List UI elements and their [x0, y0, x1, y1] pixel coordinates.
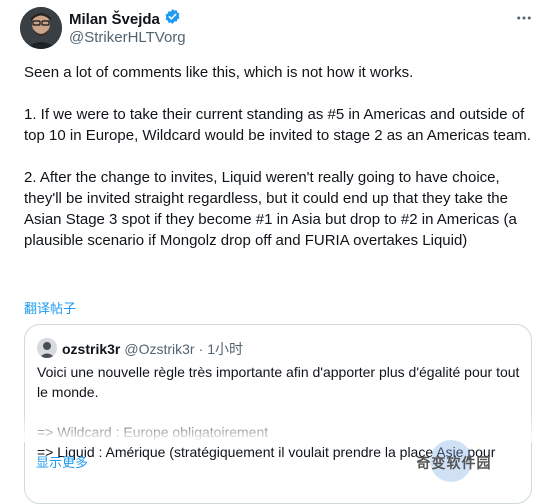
- quote-author-avatar[interactable]: [37, 338, 57, 358]
- quote-separator: ·: [198, 341, 204, 357]
- quote-timestamp[interactable]: 1小时: [207, 339, 243, 359]
- author-handle[interactable]: @StrikerHLTVorg: [69, 29, 186, 46]
- show-more-link[interactable]: 显示更多: [36, 452, 88, 471]
- more-options-icon[interactable]: [514, 8, 534, 28]
- quote-author-handle[interactable]: @Ozstrik3r: [124, 341, 194, 357]
- tweet-text: Seen a lot of comments like this, which …: [24, 64, 531, 249]
- quote-fade-overlay: [0, 412, 554, 442]
- quote-header: ozstrik3r @Ozstrik3r · 1小时: [62, 339, 243, 359]
- author-name-row[interactable]: Milan Švejda: [69, 8, 181, 30]
- translate-post-link[interactable]: 翻译帖子: [24, 298, 76, 317]
- quote-author-name[interactable]: ozstrik3r: [62, 341, 120, 357]
- verified-badge-icon: [164, 8, 181, 30]
- author-name[interactable]: Milan Švejda: [69, 11, 160, 28]
- site-watermark: 奇变软件园: [356, 440, 552, 486]
- watermark-text: 奇变软件园: [416, 455, 492, 471]
- tweet: Milan Švejda @StrikerHLTVorg Seen a lot …: [0, 0, 554, 504]
- author-avatar[interactable]: [20, 7, 62, 49]
